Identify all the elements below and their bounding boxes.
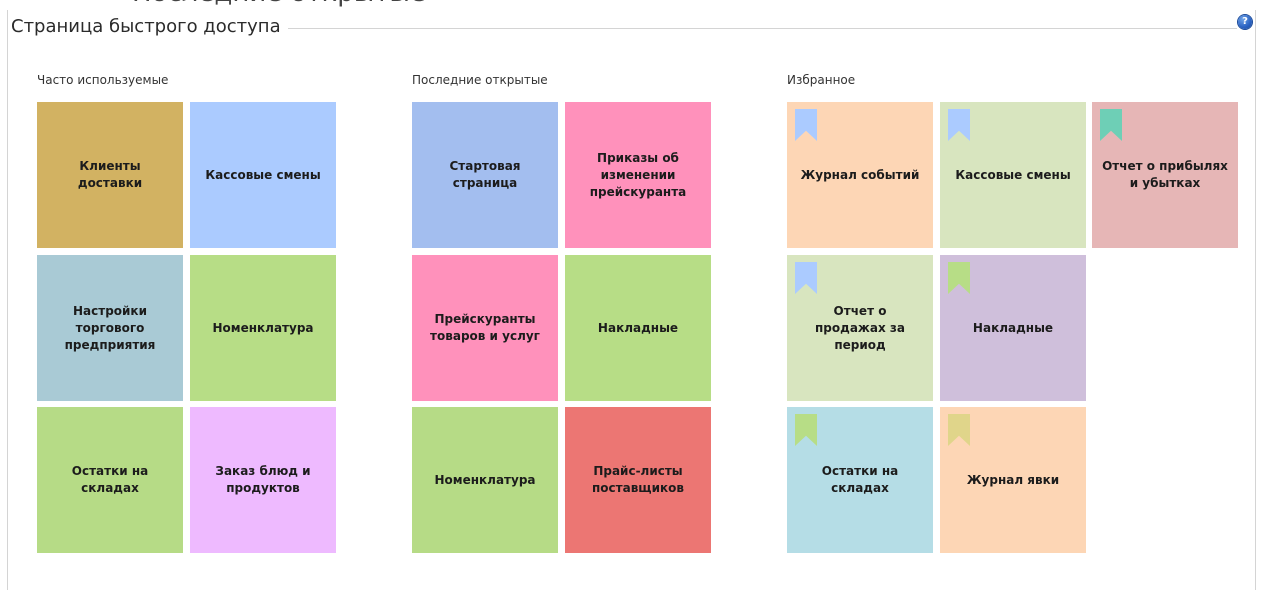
page-title: Страница быстрого доступа [11, 16, 287, 37]
group-label-frequent: Часто используемые [37, 73, 169, 87]
help-icon[interactable]: ? [1238, 15, 1252, 29]
tile-label: Журнал событий [800, 167, 920, 182]
tile-label: Заказ блюд и продуктов [215, 464, 311, 495]
tile-label: Журнал явки [966, 472, 1060, 487]
panel-header: Страница быстрого доступа ? [8, 10, 1255, 40]
tile-label: Настройки торгового предприятия [64, 303, 156, 352]
tile-label: Прайс-листы поставщиков [592, 464, 684, 495]
bookmark-icon [1100, 109, 1122, 141]
bookmark-icon [795, 414, 817, 446]
tile-favorite[interactable]: Отчет о прибылях и убытках [1092, 102, 1238, 248]
tile-recent[interactable]: Накладные [565, 255, 711, 401]
bookmark-icon [948, 109, 970, 141]
tile-frequent[interactable]: Заказ блюд и продуктов [190, 407, 336, 553]
tile-label: Приказы об изменении прейскуранта [589, 150, 687, 199]
tile-recent[interactable]: Прайс-листы поставщиков [565, 407, 711, 553]
tile-recent[interactable]: Номенклатура [412, 407, 558, 553]
tile-favorite[interactable]: Накладные [940, 255, 1086, 401]
tile-frequent[interactable]: Остатки на складах [37, 407, 183, 553]
tile-frequent[interactable]: Настройки торгового предприятия [37, 255, 183, 401]
tile-label: Остатки на складах [821, 464, 899, 495]
tile-label: Прейскуранты товаров и услуг [430, 312, 540, 343]
tile-favorite[interactable]: Журнал событий [787, 102, 933, 248]
bookmark-icon [795, 262, 817, 294]
previous-section-cut: Последние открытые [0, 0, 1261, 10]
tile-frequent[interactable]: Номенклатура [190, 255, 336, 401]
tile-label: Номенклатура [212, 320, 314, 335]
group-label-recent: Последние открытые [412, 73, 548, 87]
tile-label: Кассовые смены [955, 167, 1071, 182]
tile-label: Отчет о прибылях и убытках [1102, 159, 1228, 190]
tile-favorite[interactable]: Кассовые смены [940, 102, 1086, 248]
group-label-favorites: Избранное [787, 73, 856, 87]
tile-frequent[interactable]: Клиенты доставки [37, 102, 183, 248]
tile-label: Отчет о продажах за период [815, 303, 905, 352]
tile-favorite[interactable]: Журнал явки [940, 407, 1086, 553]
tile-label: Накладные [972, 320, 1054, 335]
tile-frequent[interactable]: Кассовые смены [190, 102, 336, 248]
tile-label: Кассовые смены [205, 167, 321, 182]
tile-favorite[interactable]: Отчет о продажах за период [787, 255, 933, 401]
bookmark-icon [948, 262, 970, 294]
tile-label: Клиенты доставки [77, 159, 143, 190]
tile-favorite[interactable]: Остатки на складах [787, 407, 933, 553]
header-divider [288, 28, 1237, 29]
tile-recent[interactable]: Приказы об изменении прейскуранта [565, 102, 711, 248]
tile-recent[interactable]: Стартовая страница [412, 102, 558, 248]
cut-title-text: Последние открытые [132, 0, 426, 8]
tile-label: Стартовая страница [449, 159, 521, 190]
tile-recent[interactable]: Прейскуранты товаров и услуг [412, 255, 558, 401]
bookmark-icon [948, 414, 970, 446]
tile-label: Номенклатура [434, 472, 536, 487]
tile-label: Накладные [597, 320, 679, 335]
bookmark-icon [795, 109, 817, 141]
tile-label: Остатки на складах [71, 464, 149, 495]
